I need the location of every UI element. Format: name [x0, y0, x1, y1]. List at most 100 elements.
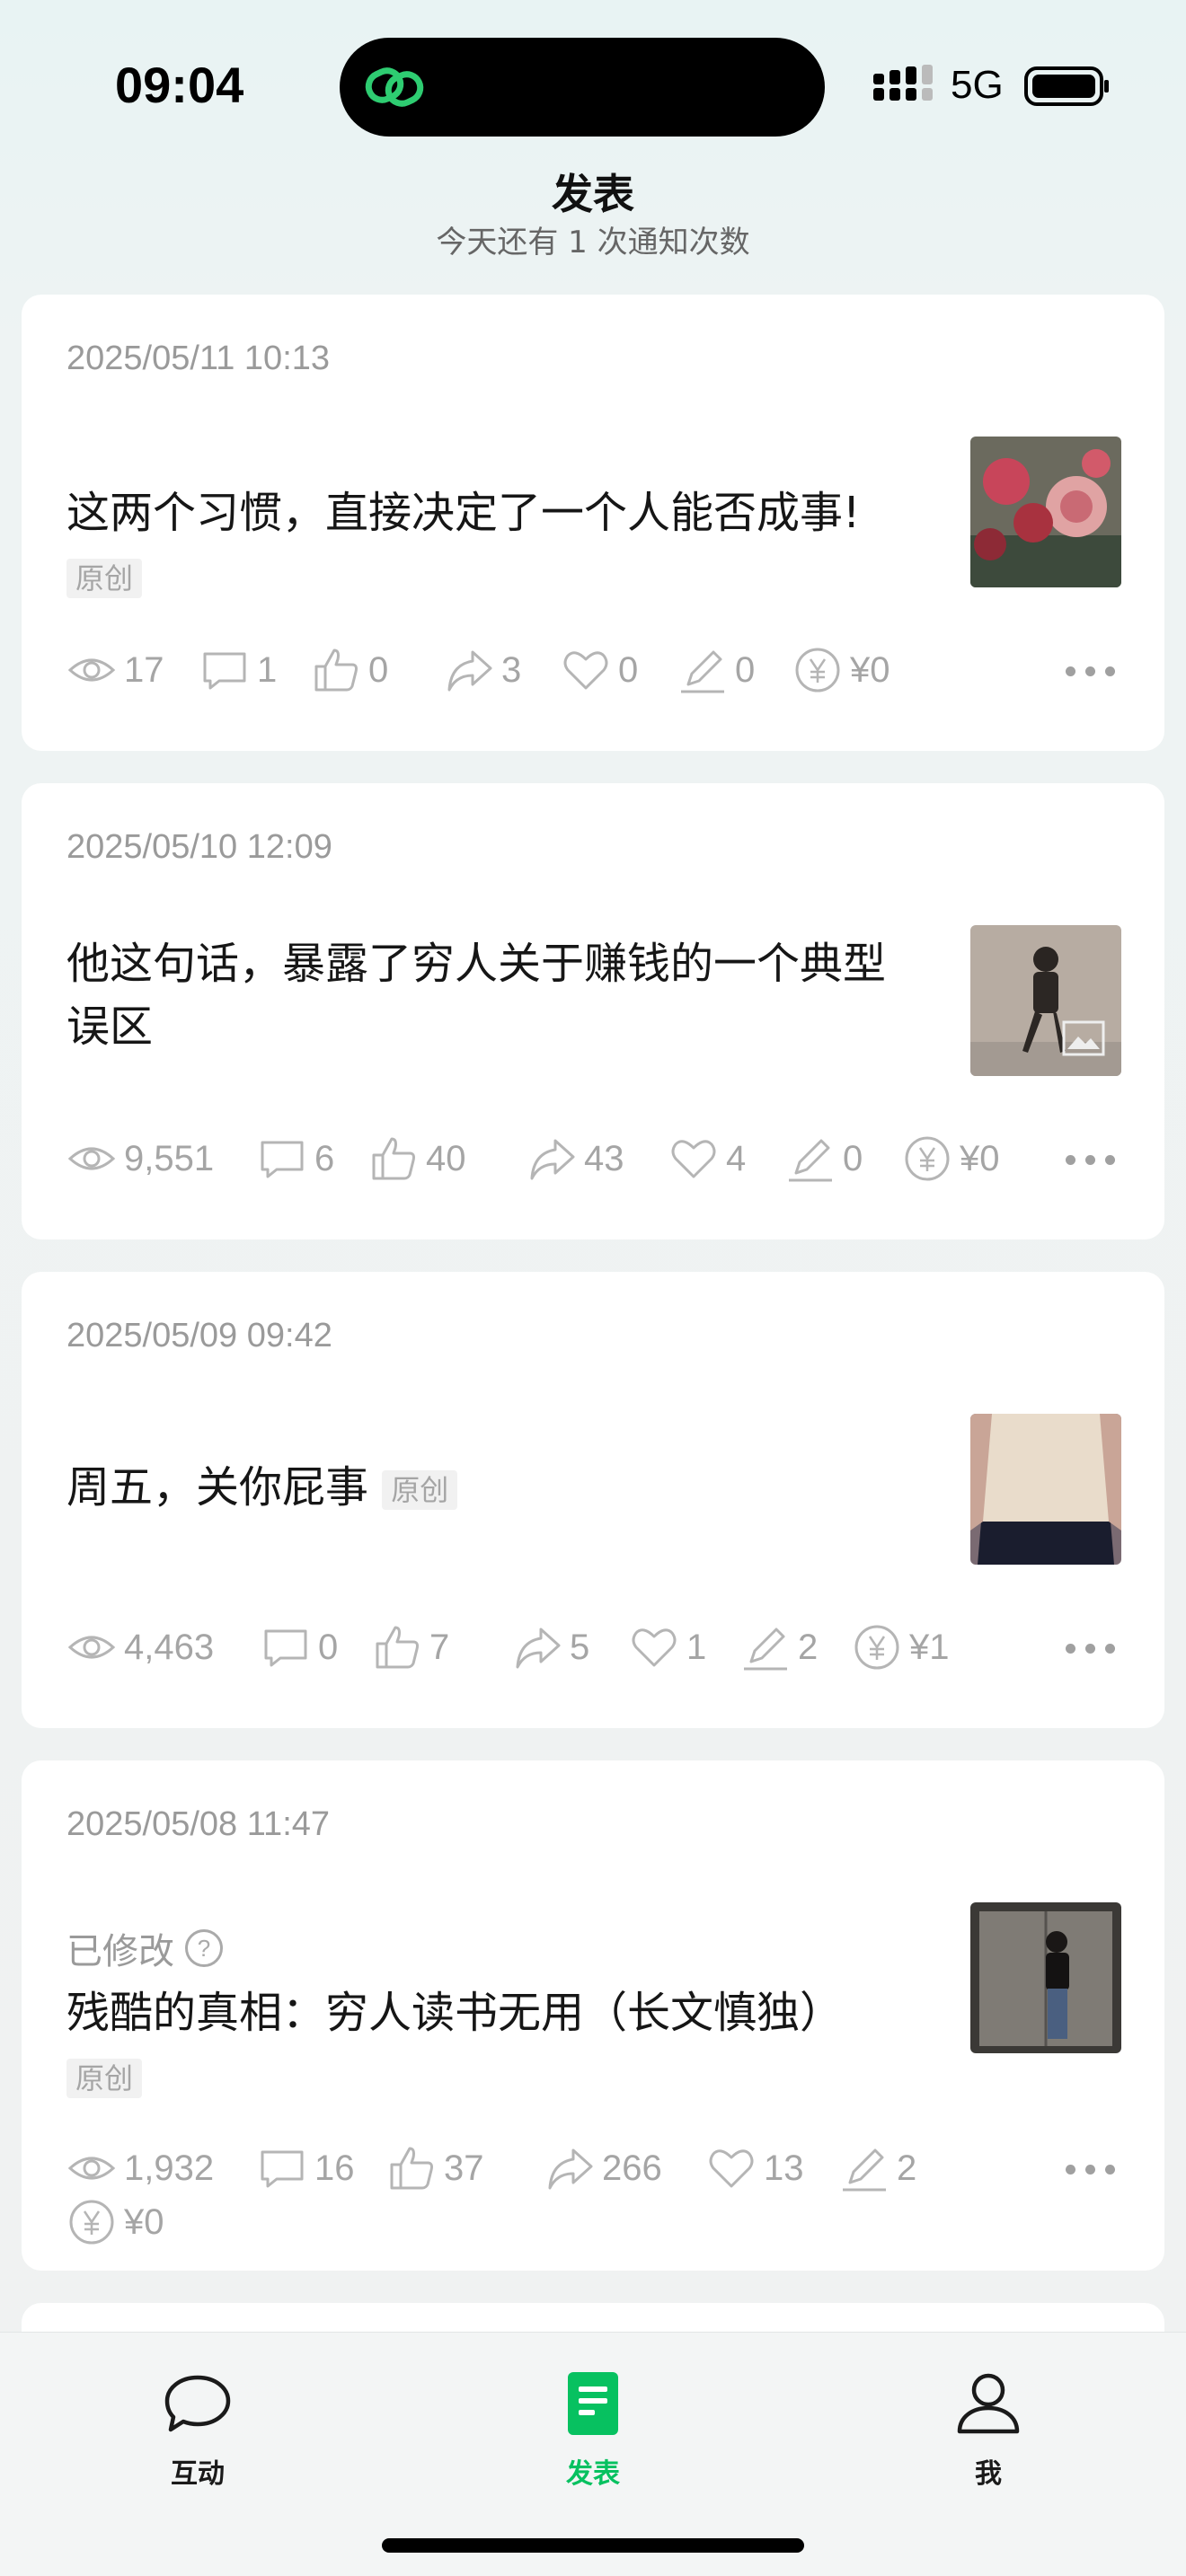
status-time: 09:04 — [115, 57, 244, 113]
post-card[interactable]: 2025/05/09 09:42 周五，关你屁事 原创 4,463 0 7 5 — [22, 1272, 1164, 1728]
edits-count: 2 — [798, 1627, 819, 1667]
edits-stat[interactable]: 2 — [740, 1620, 818, 1674]
edits-stat[interactable]: 2 — [839, 2141, 916, 2195]
share-icon — [530, 1139, 575, 1180]
favorites-stat[interactable]: 4 — [668, 1132, 746, 1186]
tab-me[interactable]: 我 — [898, 2369, 1078, 2491]
more-options-icon[interactable] — [1066, 1150, 1120, 1168]
comments-count: 1 — [257, 649, 278, 690]
yuan-coin-icon — [795, 648, 840, 693]
home-indicator[interactable] — [382, 2538, 804, 2553]
more-options-icon[interactable] — [1066, 2159, 1120, 2177]
eye-icon — [67, 1636, 116, 1659]
edits-count: 0 — [735, 649, 756, 690]
yuan-coin-icon — [905, 1136, 950, 1181]
reward-amount: ¥0 — [124, 2201, 164, 2242]
shares-stat[interactable]: 3 — [444, 643, 521, 697]
views-count: 1,932 — [124, 2148, 215, 2188]
favorites-count: 4 — [726, 1138, 747, 1178]
edits-stat[interactable]: 0 — [785, 1132, 863, 1186]
thumbs-up-icon — [376, 1626, 419, 1669]
favorites-stat[interactable]: 13 — [706, 2141, 804, 2195]
tab-label: 互动 — [171, 2458, 225, 2490]
post-card[interactable]: 2025/05/10 12:09 他这句话，暴露了穷人关于赚钱的一个典型误区 9… — [22, 783, 1164, 1239]
heart-icon — [632, 1628, 677, 1667]
more-options-icon[interactable] — [1066, 661, 1120, 679]
views-stat: 1,932 — [66, 2141, 214, 2195]
shares-stat[interactable]: 5 — [512, 1620, 589, 1674]
post-date: 2025/05/09 09:42 — [66, 1317, 332, 1354]
comments-count: 16 — [314, 2148, 355, 2188]
notification-quota: 今天还有 1 次通知次数 — [436, 225, 750, 260]
comments-count: 6 — [314, 1138, 335, 1178]
reward-amount: ¥0 — [850, 649, 890, 690]
tab-label: 我 — [975, 2458, 1002, 2490]
post-title-text: 这两个习惯，直接决定了一个人能否成事! — [66, 488, 861, 538]
shares-stat[interactable]: 43 — [527, 1132, 624, 1186]
network-label: 5G — [951, 63, 1004, 107]
reward-stat[interactable]: ¥1 — [852, 1620, 950, 1674]
eye-icon — [67, 1147, 116, 1170]
share-icon — [516, 1628, 561, 1669]
eye-icon — [67, 658, 116, 682]
shares-count: 266 — [602, 2148, 662, 2188]
post-title-text: 周五，关你屁事 — [66, 1462, 369, 1513]
heart-icon — [563, 651, 608, 690]
more-options-icon[interactable] — [1066, 1638, 1120, 1656]
comment-icon — [203, 652, 246, 690]
comments-stat[interactable]: 1 — [199, 643, 277, 697]
flowers-image — [970, 437, 1121, 587]
likes-stat[interactable]: 37 — [386, 2141, 484, 2195]
share-icon — [447, 650, 492, 692]
comment-icon — [261, 2150, 304, 2188]
document-icon — [568, 2372, 618, 2435]
fashion-photo-image — [970, 1414, 1121, 1565]
pen-icon — [843, 2148, 886, 2192]
yuan-coin-icon — [854, 1625, 899, 1670]
post-title[interactable]: 他这句话，暴露了穷人关于赚钱的一个典型误区 — [66, 932, 920, 1058]
post-card[interactable]: 2025/05/08 11:47 已修改 ? 残酷的真相：穷人读书无用（长文慎独… — [22, 1760, 1164, 2271]
post-card[interactable]: 2025/05/11 10:13 这两个习惯，直接决定了一个人能否成事! 原创 … — [22, 295, 1164, 751]
likes-stat[interactable]: 40 — [368, 1132, 466, 1186]
comments-stat[interactable]: 6 — [257, 1132, 334, 1186]
views-count: 9,551 — [124, 1138, 215, 1178]
share-icon — [548, 2148, 593, 2190]
likes-stat[interactable]: 0 — [311, 643, 388, 697]
yuan-coin-icon — [69, 2200, 114, 2245]
post-title[interactable]: 这两个习惯，直接决定了一个人能否成事! 原创 — [66, 481, 920, 607]
signal-icon — [873, 65, 933, 101]
modified-label[interactable]: 已修改 ? — [66, 1922, 223, 1974]
post-title[interactable]: 周五，关你屁事 原创 — [66, 1456, 920, 1519]
reward-stat[interactable]: ¥0 — [66, 2195, 164, 2249]
post-title-text: 残酷的真相：穷人读书无用（长文慎独） — [66, 1988, 844, 2038]
favorites-stat[interactable]: 1 — [629, 1620, 706, 1674]
reward-amount: ¥1 — [909, 1627, 950, 1667]
shares-stat[interactable]: 266 — [544, 2141, 662, 2195]
reward-stat[interactable]: ¥0 — [902, 1132, 1000, 1186]
post-thumbnail[interactable] — [970, 1902, 1121, 2053]
favorites-count: 13 — [764, 2148, 804, 2188]
status-bar: 09:04 5G — [0, 0, 1186, 162]
post-thumbnail[interactable] — [970, 1414, 1121, 1565]
likes-stat[interactable]: 7 — [372, 1620, 449, 1674]
thumbs-up-icon — [372, 1137, 415, 1180]
post-thumbnail[interactable] — [970, 437, 1121, 587]
help-icon[interactable]: ? — [185, 1929, 223, 1967]
post-date: 2025/05/11 10:13 — [66, 340, 331, 377]
tab-interaction[interactable]: 互动 — [108, 2369, 288, 2491]
post-title[interactable]: 残酷的真相：穷人读书无用（长文慎独） 原创 — [66, 1981, 920, 2107]
edits-stat[interactable]: 0 — [677, 643, 755, 697]
post-date: 2025/05/10 12:09 — [66, 828, 332, 866]
favorites-stat[interactable]: 0 — [561, 643, 638, 697]
edits-count: 2 — [897, 2148, 917, 2188]
reward-stat[interactable]: ¥0 — [792, 643, 890, 697]
thumbs-up-icon — [390, 2147, 433, 2190]
comments-stat[interactable]: 0 — [261, 1620, 338, 1674]
tab-publish[interactable]: 发表 — [503, 2369, 683, 2491]
edits-count: 0 — [843, 1138, 863, 1178]
chat-bubble-icon — [164, 2375, 231, 2432]
post-stats: 4,463 0 7 5 1 2 ¥1 — [66, 1620, 1120, 1674]
likes-count: 0 — [368, 649, 389, 690]
post-thumbnail[interactable] — [970, 925, 1121, 1076]
comments-stat[interactable]: 16 — [257, 2141, 355, 2195]
